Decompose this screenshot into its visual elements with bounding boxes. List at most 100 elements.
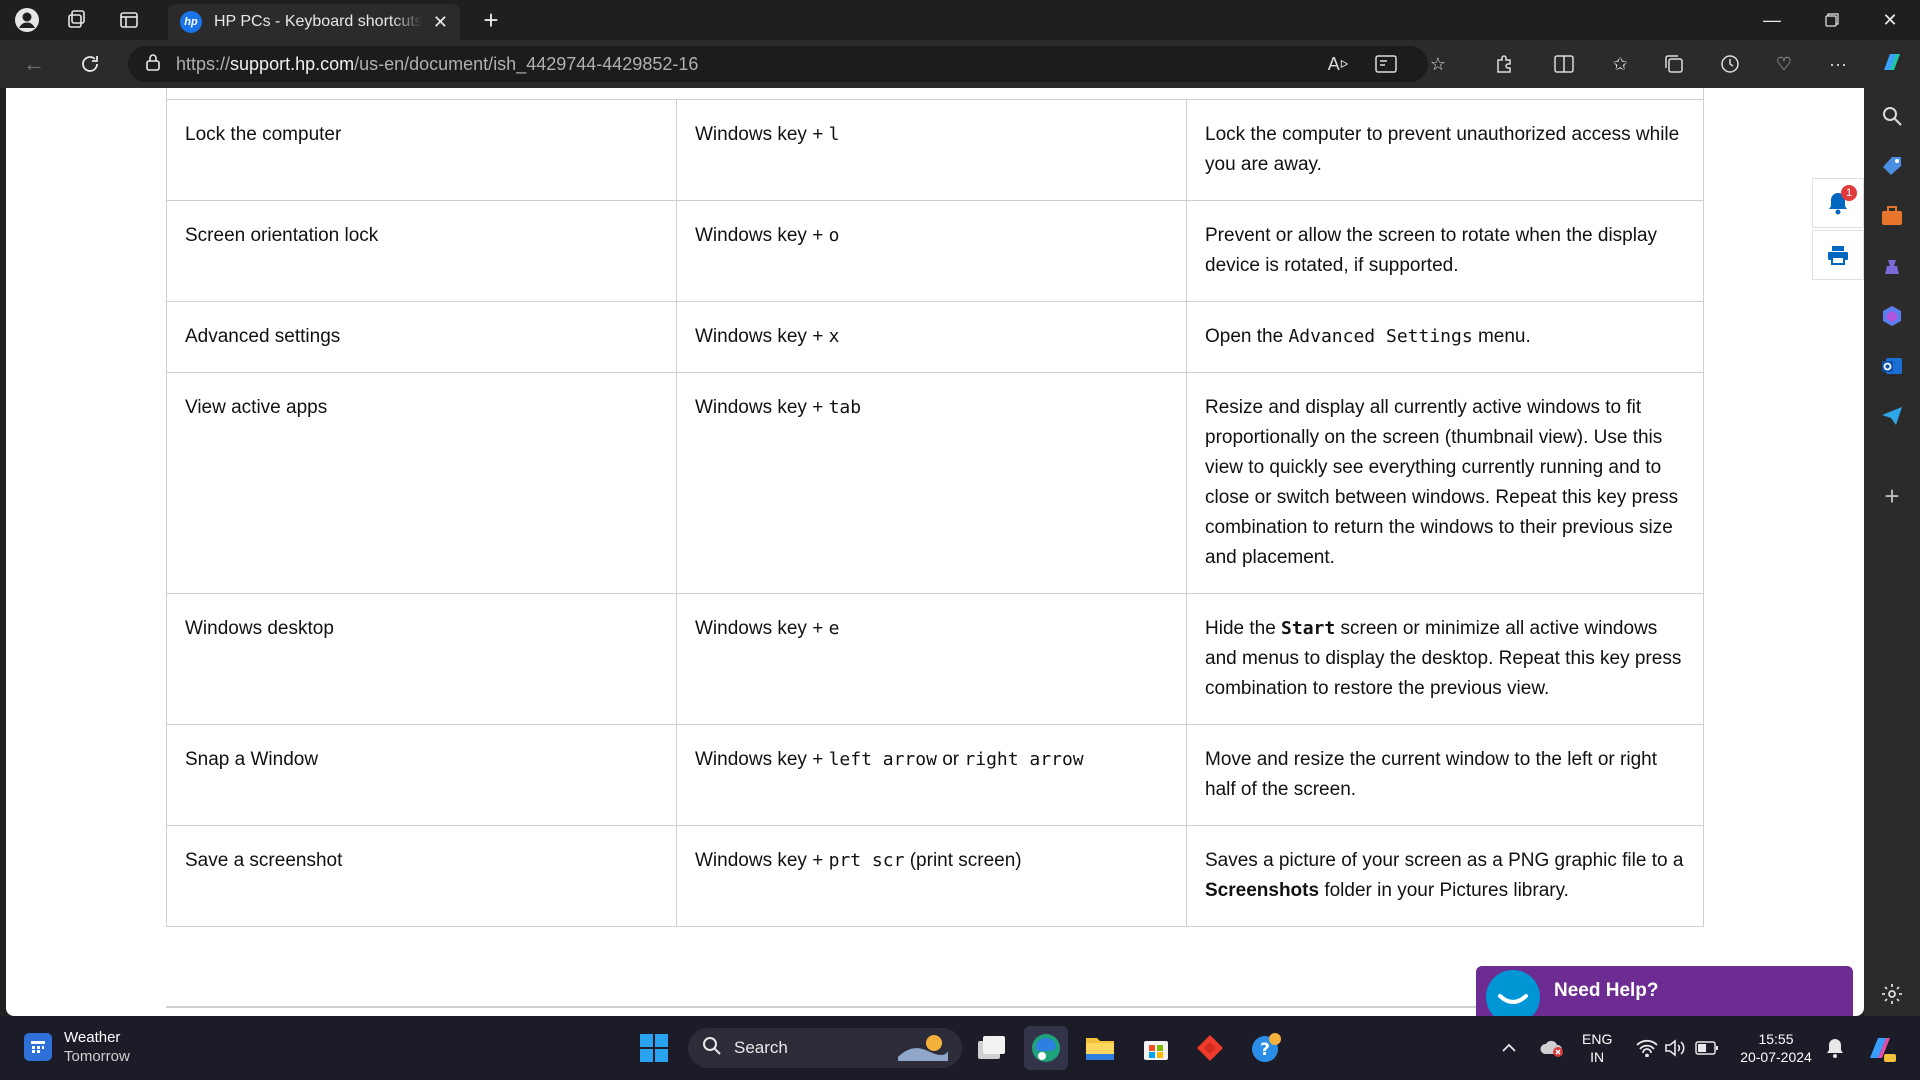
windows-taskbar: Weather Tomorrow Search ? ENG IN 15:55 2… — [0, 1016, 1920, 1080]
address-bar[interactable]: https://support.hp.com/us-en/document/is… — [128, 46, 1428, 82]
calendar-weather-icon — [24, 1033, 52, 1061]
shortcut-segment: + — [806, 124, 829, 145]
file-explorer-icon[interactable] — [1078, 1026, 1122, 1070]
minimize-icon[interactable]: — — [1744, 0, 1800, 40]
split-screen-icon[interactable] — [1548, 50, 1580, 78]
description-segment: Screenshots — [1205, 880, 1320, 901]
telegram-send-icon[interactable] — [1878, 402, 1906, 430]
tab-hp-support[interactable]: hp HP PCs - Keyboard shortcuts, hotkeys … — [168, 4, 460, 40]
sidebar-settings-icon[interactable] — [1878, 980, 1906, 1008]
wifi-icon[interactable] — [1630, 1026, 1664, 1070]
description-segment: Open the — [1205, 326, 1289, 347]
browser-toolbar: ← https://support.hp.com/us-en/document/… — [0, 40, 1920, 88]
search-label: Search — [734, 1038, 788, 1057]
restore-icon[interactable] — [1804, 0, 1860, 40]
profile-icon[interactable] — [12, 6, 42, 34]
sidebar-search-icon[interactable] — [1878, 102, 1906, 130]
workspaces-icon[interactable] — [62, 6, 92, 34]
task-view-icon[interactable] — [970, 1026, 1014, 1070]
table-row: Screen orientation lock Windows key + o Pr… — [167, 201, 1703, 302]
collections-icon[interactable] — [1658, 50, 1690, 78]
action-cell: View active apps — [167, 373, 677, 593]
read-aloud-icon[interactable]: Aᐅ — [1322, 50, 1354, 78]
shortcut-cell: Windows key + prt scr (print screen) — [677, 826, 1187, 926]
shortcut-segment: + — [806, 618, 829, 639]
action-cell: Snap a Window — [167, 725, 677, 825]
print-widget[interactable] — [1812, 230, 1864, 280]
shortcut-segment: + — [806, 749, 829, 770]
page-viewport: Lock the computer Windows key + l Lock the… — [6, 88, 1864, 1016]
notification-bell-icon[interactable] — [1820, 1026, 1850, 1070]
anydesk-icon[interactable] — [1188, 1026, 1232, 1070]
microsoft-store-icon[interactable] — [1134, 1026, 1178, 1070]
search-highlight-icon — [894, 1031, 950, 1066]
history-icon[interactable] — [1714, 50, 1746, 78]
chat-bubble-icon — [1486, 970, 1540, 1016]
description-segment: Resize and display all currently active … — [1205, 397, 1679, 568]
battery-icon[interactable] — [1690, 1026, 1724, 1070]
description-cell: Open the Advanced Settings menu. — [1187, 302, 1703, 372]
description-segment: Lock the computer to prevent unauthorize… — [1205, 124, 1680, 175]
shortcut-segment: o — [828, 225, 840, 246]
volume-icon[interactable] — [1660, 1026, 1690, 1070]
description-cell: Saves a picture of your screen as a PNG … — [1187, 826, 1703, 926]
lock-icon[interactable] — [146, 53, 160, 76]
description-segment: Move and resize the current window to th… — [1205, 749, 1658, 800]
onedrive-sync-icon[interactable] — [1534, 1026, 1570, 1070]
browser-essentials-icon[interactable]: ♡ — [1768, 50, 1800, 78]
tab-title: HP PCs - Keyboard shortcuts, hotkeys — [214, 13, 423, 30]
favorite-star-icon[interactable]: ☆ — [1422, 50, 1454, 78]
shortcut-cell: Windows key + e — [677, 594, 1187, 724]
description-cell: Resize and display all currently active … — [1187, 373, 1703, 593]
clock[interactable]: 15:55 20-07-2024 — [1736, 1030, 1816, 1066]
description-segment: Saves a picture of your screen as a PNG … — [1205, 850, 1684, 871]
outlook-icon[interactable] — [1878, 352, 1906, 380]
extensions-icon[interactable] — [1488, 50, 1520, 78]
shopping-tag-icon[interactable] — [1878, 152, 1906, 180]
show-hidden-icons[interactable] — [1494, 1026, 1524, 1070]
shortcut-segment: prt scr — [828, 850, 905, 871]
help-app-icon[interactable]: ? — [1244, 1026, 1288, 1070]
copilot-taskbar-icon[interactable] — [1858, 1026, 1902, 1070]
shortcut-segment: Windows key — [695, 749, 807, 770]
shortcut-segment: Windows key — [695, 850, 807, 871]
edge-sidebar: + — [1864, 88, 1920, 1016]
favorites-icon[interactable]: ✩ — [1604, 50, 1636, 78]
immersive-reader-icon[interactable] — [1370, 50, 1402, 78]
need-help-chat[interactable]: Need Help? — [1476, 966, 1853, 1016]
start-icon[interactable] — [632, 1026, 676, 1070]
description-segment: Hide the — [1205, 618, 1282, 639]
tools-briefcase-icon[interactable] — [1878, 202, 1906, 230]
settings-more-icon[interactable]: ··· — [1822, 50, 1854, 78]
new-tab-icon[interactable]: + — [476, 4, 506, 36]
shortcut-segment: or — [936, 749, 965, 770]
weather-title: Weather — [64, 1029, 121, 1046]
section-divider — [166, 1006, 1646, 1008]
notifications-widget[interactable]: 1 — [1812, 178, 1864, 228]
shortcut-segment: (print screen) — [904, 850, 1022, 871]
weather-widget[interactable]: Weather Tomorrow — [24, 1028, 130, 1066]
shortcut-segment: + — [806, 225, 829, 246]
add-sidebar-app-icon[interactable]: + — [1878, 481, 1906, 511]
taskbar-search[interactable]: Search — [688, 1028, 962, 1068]
language-indicator[interactable]: ENG IN — [1582, 1030, 1612, 1066]
tab-actions-icon[interactable] — [114, 6, 144, 34]
refresh-icon[interactable] — [72, 48, 108, 80]
copilot-sidebar-icon[interactable] — [1878, 302, 1906, 330]
shortcut-cell: Windows key + x — [677, 302, 1187, 372]
close-window-icon[interactable]: ✕ — [1862, 0, 1918, 40]
games-icon[interactable] — [1878, 252, 1906, 280]
table-row: Windows desktop Windows key + e Hide the S… — [167, 594, 1703, 725]
shortcut-segment: tab — [828, 397, 862, 418]
need-help-label: Need Help? — [1554, 980, 1659, 1001]
back-icon[interactable]: ← — [16, 48, 52, 80]
copilot-icon[interactable] — [1876, 48, 1908, 76]
description-cell: Move and resize the current window to th… — [1187, 725, 1703, 825]
shortcut-segment: x — [828, 326, 840, 347]
shortcut-segment: Windows key — [695, 124, 807, 145]
close-tab-icon[interactable]: ✕ — [433, 12, 448, 33]
description-cell: Lock the computer to prevent unauthorize… — [1187, 100, 1703, 200]
edge-taskbar-icon[interactable] — [1024, 1026, 1068, 1070]
shortcut-segment: + — [806, 326, 829, 347]
action-cell: Save a screenshot — [167, 826, 677, 926]
